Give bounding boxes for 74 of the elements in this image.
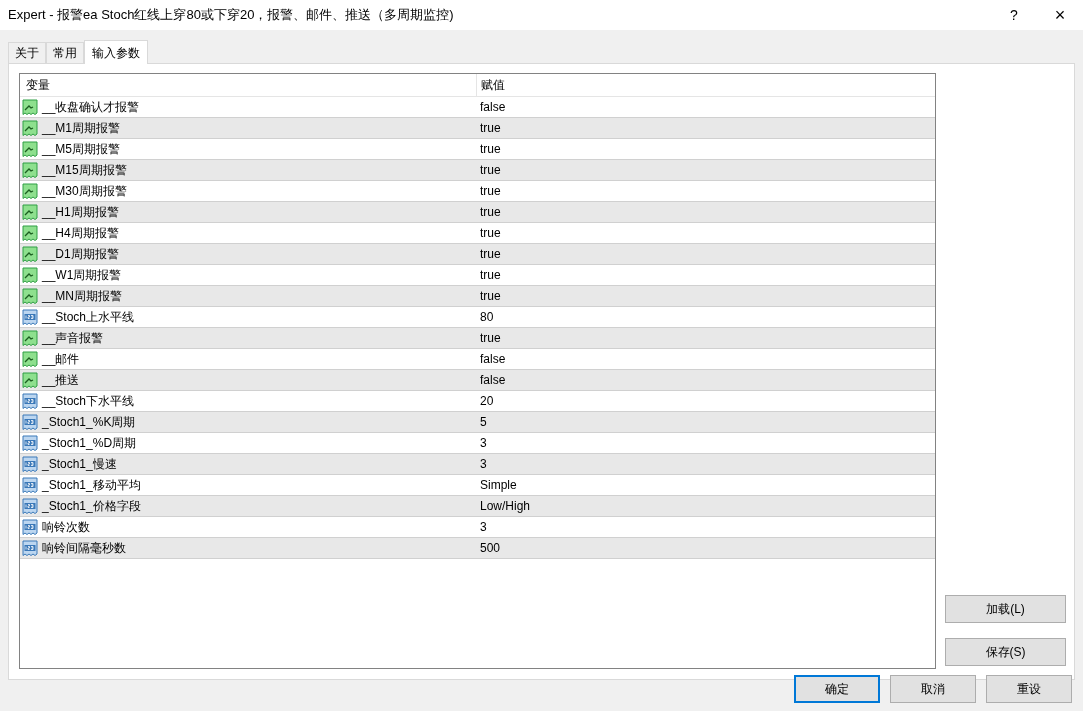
parameter-name: __收盘确认才报警	[42, 99, 140, 116]
parameter-value[interactable]: true	[477, 118, 501, 138]
parameter-value[interactable]: true	[477, 265, 501, 285]
parameter-value[interactable]: true	[477, 181, 501, 201]
tab[interactable]: 常用	[46, 42, 84, 63]
line-chart-icon	[22, 351, 38, 367]
number-icon	[22, 498, 38, 514]
parameter-value[interactable]: 5	[477, 412, 487, 432]
parameter-name: _Stoch1_移动平均	[42, 477, 141, 494]
line-chart-icon	[22, 183, 38, 199]
parameter-name: __H1周期报警	[42, 204, 119, 221]
parameter-name: __H4周期报警	[42, 225, 119, 242]
line-chart-icon	[22, 267, 38, 283]
parameter-value[interactable]: false	[477, 349, 506, 369]
column-header[interactable]: 变量	[20, 74, 477, 96]
line-chart-icon	[22, 204, 38, 220]
line-chart-icon	[22, 225, 38, 241]
parameter-name: __Stoch下水平线	[42, 393, 135, 410]
parameter-name: __M5周期报警	[42, 141, 121, 158]
parameter-value[interactable]: false	[477, 97, 506, 117]
parameter-name: __Stoch上水平线	[42, 309, 135, 326]
help-button[interactable]: ?	[991, 0, 1037, 30]
parameter-name: __M15周期报警	[42, 162, 127, 179]
parameter-value[interactable]: Simple	[477, 475, 517, 495]
line-chart-icon	[22, 120, 38, 136]
parameter-name: __邮件	[42, 351, 80, 368]
parameter-value[interactable]: 80	[477, 307, 494, 327]
parameter-value[interactable]: true	[477, 244, 501, 264]
side-button[interactable]: 加载(L)	[945, 595, 1066, 623]
parameter-name: __M30周期报警	[42, 183, 127, 200]
parameter-name: __W1周期报警	[42, 267, 122, 284]
line-chart-icon	[22, 288, 38, 304]
parameter-name: _Stoch1_%D周期	[42, 435, 137, 452]
line-chart-icon	[22, 372, 38, 388]
column-header[interactable]: 赋值	[477, 74, 934, 96]
line-chart-icon	[22, 141, 38, 157]
parameter-value[interactable]: Low/High	[477, 496, 531, 516]
dialog-button[interactable]: 取消	[890, 675, 976, 703]
parameter-value[interactable]: true	[477, 286, 501, 306]
number-icon	[22, 414, 38, 430]
parameter-name: 响铃间隔毫秒数	[42, 540, 126, 557]
parameter-name: __MN周期报警	[42, 288, 122, 305]
number-icon	[22, 540, 38, 556]
parameter-value[interactable]: true	[477, 160, 501, 180]
parameter-name: 响铃次数	[42, 519, 90, 536]
window-title: Expert - 报警ea Stoch红线上穿80或下穿20，报警、邮件、推送（多周期监控)	[8, 6, 454, 25]
parameter-name: __声音报警	[42, 330, 104, 347]
parameter-name: __推送	[42, 372, 80, 389]
parameter-value[interactable]: 3	[477, 433, 487, 453]
side-button[interactable]: 保存(S)	[945, 638, 1066, 666]
parameter-value[interactable]: true	[477, 223, 501, 243]
tab[interactable]: 输入参数	[84, 40, 148, 64]
parameter-name: _Stoch1_慢速	[42, 456, 117, 473]
dialog-button[interactable]: 重设	[986, 675, 1072, 703]
close-button[interactable]: ×	[1037, 0, 1083, 30]
line-chart-icon	[22, 246, 38, 262]
parameter-value[interactable]: true	[477, 202, 501, 222]
parameter-value[interactable]: 20	[477, 391, 494, 411]
parameter-value[interactable]: false	[477, 370, 506, 390]
parameter-name: __M1周期报警	[42, 120, 121, 137]
line-chart-icon	[22, 162, 38, 178]
parameter-name: _Stoch1_价格字段	[42, 498, 141, 515]
parameter-value[interactable]: true	[477, 139, 501, 159]
line-chart-icon	[22, 99, 38, 115]
line-chart-icon	[22, 330, 38, 346]
dialog-button[interactable]: 确定	[794, 675, 880, 703]
parameter-value[interactable]: 3	[477, 454, 487, 474]
parameter-value[interactable]: 500	[477, 538, 501, 558]
parameter-name: __D1周期报警	[42, 246, 119, 263]
parameter-value[interactable]: true	[477, 328, 501, 348]
number-icon	[22, 456, 38, 472]
parameter-name: _Stoch1_%K周期	[42, 414, 136, 431]
parameter-value[interactable]: 3	[477, 517, 487, 537]
tab[interactable]: 关于	[8, 42, 46, 63]
